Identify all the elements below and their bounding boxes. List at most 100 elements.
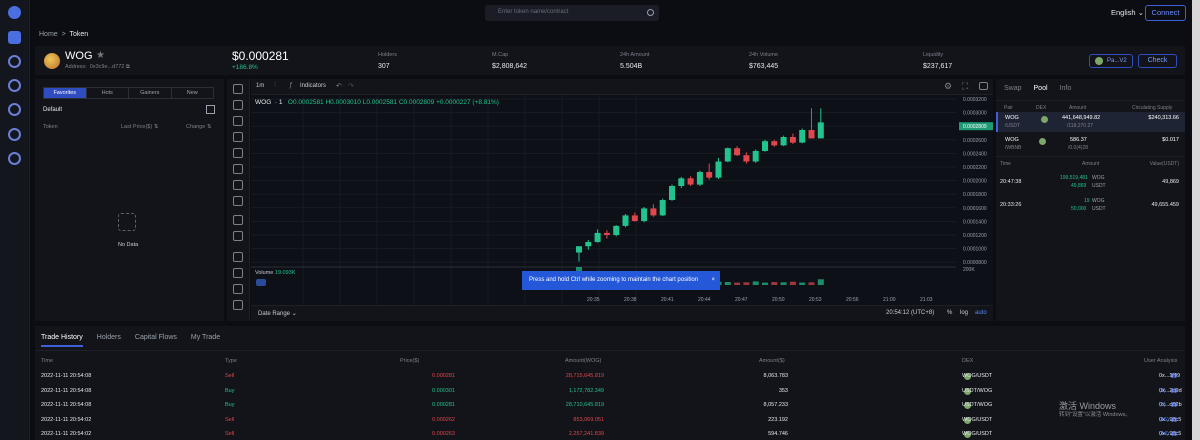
undo-icon[interactable]: ↶ [336,82,342,90]
tab-pool[interactable]: Pool [1034,85,1048,92]
pool-amount-quote: /0.0(4)28 [1068,145,1089,151]
tab-holders[interactable]: Holders [97,334,121,341]
home-icon[interactable] [8,31,21,44]
candle-style-icon[interactable]: ⫶ [274,82,276,90]
collapse-icon[interactable] [256,279,266,286]
language-select[interactable]: English ⌄ [1111,8,1144,17]
pool-row[interactable]: WOG /WBNB 586.37 /0.0(4)28 $0.017 [996,134,1185,154]
analysis-chart-icon[interactable]: ▮▮ [1171,402,1177,408]
search-input[interactable]: Enter token name/contract [485,5,659,21]
indicators-icon[interactable]: ƒ [289,82,293,89]
close-icon[interactable]: × [711,271,715,290]
analysis-chart-icon[interactable]: ▮▮ [1171,417,1177,423]
edit-icon[interactable] [206,105,215,114]
app-logo-icon[interactable] [8,6,21,19]
fib-icon[interactable] [233,116,243,126]
divider [996,156,1185,157]
swap-icon[interactable] [8,128,21,141]
trade-dex[interactable]: WOG/USDT [962,416,992,424]
trend-line-icon[interactable] [233,100,243,110]
tab-new[interactable]: New [172,88,214,98]
tx-amount-1: 199,519,481 [1060,175,1088,181]
redo-icon[interactable]: ↷ [348,82,354,90]
portfolio-icon[interactable] [8,79,21,92]
col-last-price[interactable]: Last Price($) ⇅ [121,124,158,130]
tab-favorites[interactable]: Favorites [44,88,87,98]
trade-dex[interactable]: WOG/USDT [962,431,992,438]
tab-trade-history[interactable]: Trade History [41,334,83,347]
breadcrumb-home[interactable]: Home [39,31,58,38]
trade-dex[interactable]: USDT/WOG [962,402,992,409]
th-amount-usd: Amount($) [759,358,785,364]
th-dex: DEX [962,358,974,364]
col-change[interactable]: Change ⇅ [186,124,211,130]
pool-row[interactable]: WOG /USDT 441,648,949.82 /118,270.27 $24… [996,112,1185,132]
lock-icon[interactable] [233,284,243,294]
trade-dex[interactable]: WOG/USDT [962,373,992,380]
visibility-icon[interactable] [233,300,243,310]
token-price-change: +186.8% [232,64,258,71]
tab-info[interactable]: Info [1060,85,1072,92]
chart-icon[interactable] [8,103,21,116]
analysis-chart-icon[interactable]: ▮▮ [1171,431,1177,437]
windows-watermark-sub: 转到"设置"以激活 Windows。 [1059,412,1131,418]
tab-my-trade[interactable]: My Trade [191,334,220,341]
tab-hots[interactable]: Hots [87,88,129,98]
trade-type: Sell [225,431,235,437]
crosshair-icon[interactable] [233,84,243,94]
chart-settings-icon[interactable]: ⚙ [944,81,952,92]
x-tick-label: 20:50 [772,297,785,303]
fullscreen-icon[interactable]: ⛶ [962,81,968,92]
search-icon[interactable] [647,9,654,16]
tab-capital-flows[interactable]: Capital Flows [135,334,177,341]
pattern-icon[interactable] [233,164,243,174]
analysis-chart-icon[interactable]: ▮▮ [1171,373,1177,379]
table-row[interactable]: 2022-11-11 20:54:02 Sell 0.000262 853,069.0… [35,416,1185,431]
text-icon[interactable] [233,148,243,158]
candle-body [669,186,675,200]
tab-swap[interactable]: Swap [1004,85,1022,92]
volume-bar [734,282,741,285]
stat-24h-volume: 24h Volume $763,445 [749,52,778,70]
col-last-price-label: Last Price($) [121,124,153,130]
volume-tick-label: 200K [963,267,975,273]
drawing-toolbar [227,79,250,321]
candle-body [687,178,694,185]
date-range-button[interactable]: Date Range ⌄ [258,310,297,317]
candle-body [771,141,778,146]
star-icon[interactable]: ★ [96,50,105,61]
copy-icon[interactable]: ⧉ [126,64,130,70]
y-tick-label: 0.0002400 [963,151,987,157]
analysis-chart-icon[interactable]: ▮▮ [1171,388,1177,394]
connect-button[interactable]: Connect [1145,5,1186,21]
volume-bar [724,282,731,285]
zoom-icon[interactable] [233,231,243,241]
trade-time: 2022-11-11 20:54:08 [41,387,92,394]
tab-gainers[interactable]: Gainers [129,88,172,98]
indicators-button[interactable]: Indicators [300,83,326,89]
trade-dex[interactable]: USDT/WOG [962,387,992,395]
screenshot-icon[interactable] [979,82,988,90]
table-row[interactable]: 2022-11-11 20:54:02 Sell 0.000263 2,257,241… [35,431,1185,440]
table-row[interactable]: 2022-11-11 20:54:08 Buy 0.000301 1,172,782.… [35,387,1185,402]
brush-icon[interactable] [233,132,243,142]
log-toggle[interactable]: log [960,310,968,316]
check-button[interactable]: Check [1138,54,1177,68]
table-row[interactable]: 2022-11-11 20:54:08 Buy 0.000281 28,710,645… [35,402,1185,416]
trade-time: 2022-11-11 20:54:02 [41,416,92,423]
table-row[interactable]: 2022-11-11 20:54:08 Sell 0.000281 28,715,64… [35,373,1185,387]
settings-icon[interactable] [8,152,21,165]
ruler-icon[interactable] [233,215,243,225]
chart-clock: 20:54:12 (UTC+8) [886,310,935,316]
interval-select[interactable]: 1m [256,83,264,89]
market-icon[interactable] [8,55,21,68]
draw-mode-icon[interactable] [233,268,243,278]
percent-toggle[interactable]: % [947,310,952,316]
pair-selector[interactable]: Pa...V2 [1089,54,1133,68]
magnet-icon[interactable] [233,252,243,262]
page-scrollbar[interactable] [1192,0,1200,440]
th-user-analysis: User Analysis [1144,358,1178,364]
emoji-icon[interactable] [233,196,243,206]
auto-toggle[interactable]: auto [975,310,987,316]
projection-icon[interactable] [233,180,243,190]
